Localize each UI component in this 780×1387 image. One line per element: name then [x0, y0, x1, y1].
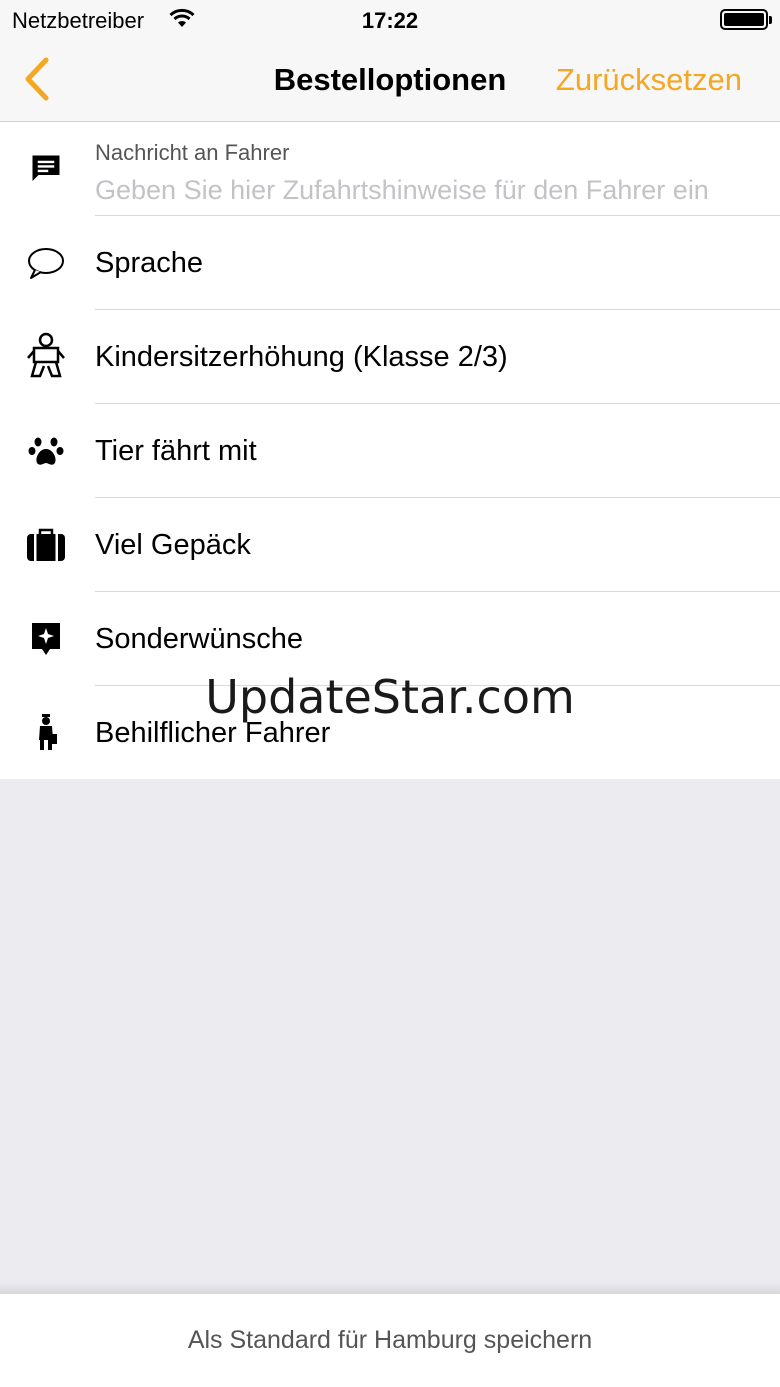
option-label: Sonderwünsche [95, 623, 303, 655]
option-label: Kindersitzerhöhung (Klasse 2/3) [95, 341, 508, 373]
watermark: UpdateStar.com [205, 670, 575, 724]
baby-icon [26, 332, 66, 382]
status-bar: Netzbetreiber 17:22 [0, 0, 780, 40]
star-tag-icon [26, 619, 66, 659]
navigation-bar: Bestelloptionen Zurücksetzen [0, 40, 780, 122]
battery-icon [720, 9, 772, 30]
option-luggage[interactable]: Viel Gepäck [0, 498, 780, 592]
speech-bubble-icon [26, 243, 66, 283]
driver-message-input[interactable] [95, 172, 765, 208]
driver-message-row[interactable]: Nachricht an Fahrer [0, 122, 780, 216]
bottom-bar: Als Standard für Hamburg speichern [0, 1294, 780, 1387]
suitcase-icon [26, 525, 66, 565]
paw-icon [26, 431, 66, 471]
option-language[interactable]: Sprache [0, 216, 780, 310]
option-pet[interactable]: Tier fährt mit [0, 404, 780, 498]
option-booster-seat[interactable]: Kindersitzerhöhung (Klasse 2/3) [0, 310, 780, 404]
message-icon [26, 149, 66, 189]
clock: 17:22 [361, 8, 419, 33]
option-label: Viel Gepäck [95, 529, 251, 561]
save-default-button[interactable]: Als Standard für Hamburg speichern [0, 1326, 780, 1355]
bottom-shadow [0, 1282, 780, 1294]
option-label: Sprache [95, 247, 204, 279]
driver-message-title: Nachricht an Fahrer [95, 140, 290, 165]
option-label: Tier fährt mit [95, 435, 257, 467]
reset-button[interactable]: Zurücksetzen [556, 62, 742, 98]
